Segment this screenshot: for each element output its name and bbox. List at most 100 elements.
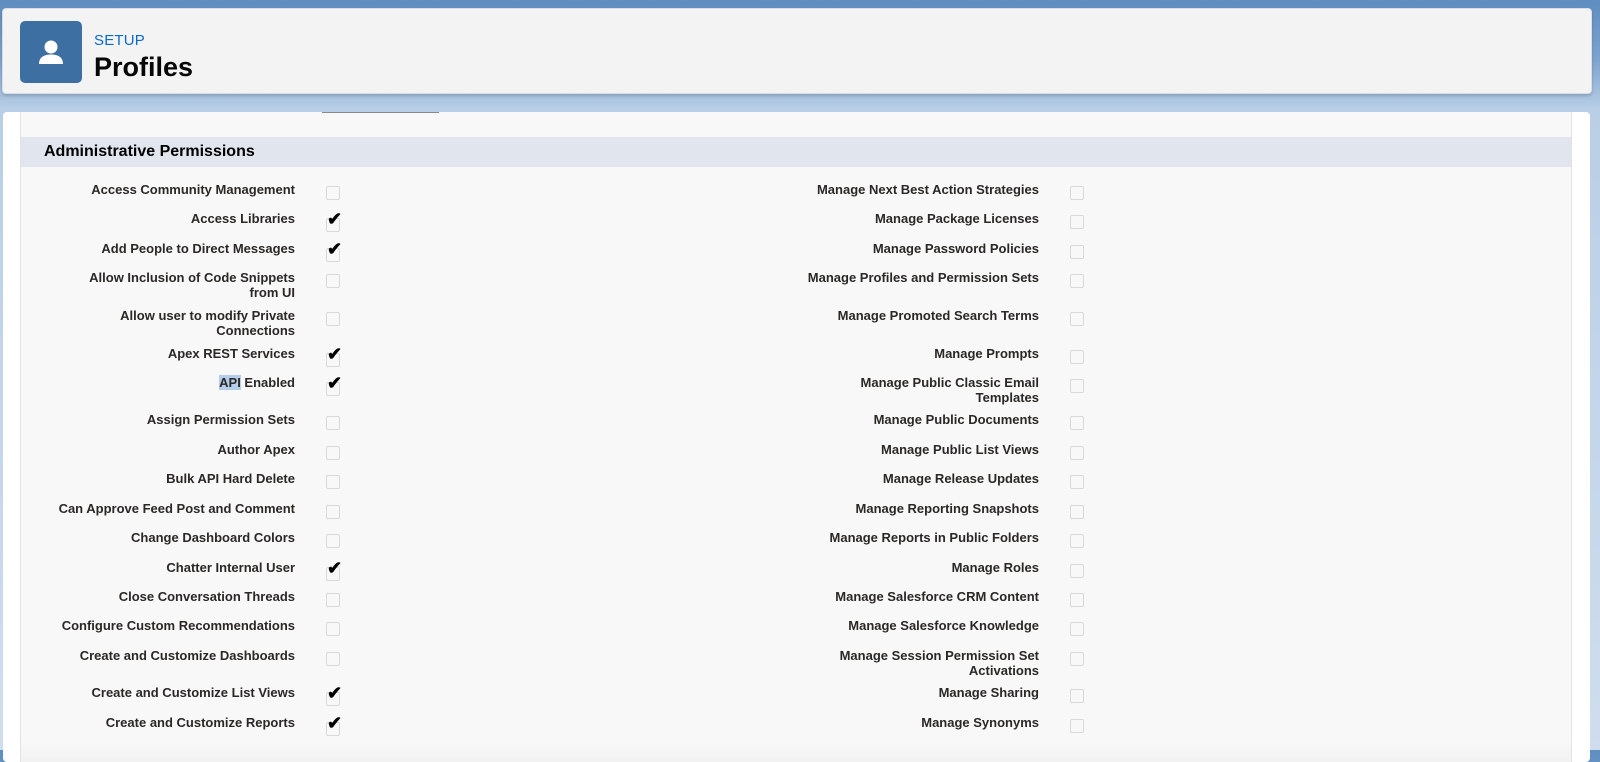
- permission-checkbox[interactable]: [326, 593, 340, 607]
- permission-label: Bulk API Hard Delete: [166, 471, 295, 486]
- permission-row-add-people-to-direct-messages: Add People to Direct Messages ✔: [21, 240, 342, 271]
- permission-label-line1: Configure Custom Recommendations: [61, 618, 295, 633]
- permission-checkbox[interactable]: [1070, 505, 1084, 519]
- permission-checkbox[interactable]: [326, 505, 340, 519]
- permission-checkbox[interactable]: [326, 446, 340, 460]
- permission-row-create-and-customize-list-views: Create and Customize List Views ✔: [21, 684, 342, 715]
- permission-label: Manage Profiles and Permission Sets: [808, 270, 1039, 285]
- permission-label-line1: Manage Session Permission Set: [839, 648, 1039, 663]
- permission-checkbox[interactable]: [326, 534, 340, 548]
- permission-label-line1: Manage Next Best Action Strategies: [816, 182, 1039, 197]
- permission-row-manage-salesforce-knowledge: Manage Salesforce Knowledge: [721, 618, 1084, 648]
- permission-label: Manage Roles: [952, 560, 1039, 575]
- permission-label-line1: Manage Salesforce Knowledge: [848, 618, 1039, 633]
- permission-checkbox[interactable]: [326, 652, 340, 666]
- permission-row-create-and-customize-reports: Create and Customize Reports ✔: [21, 714, 342, 745]
- breadcrumb-setup[interactable]: SETUP: [94, 32, 145, 49]
- user-icon: [20, 21, 82, 83]
- permission-label: Create and Customize List Views: [92, 685, 296, 700]
- permission-checkbox[interactable]: [1070, 719, 1084, 733]
- checkmark-icon: ✔: [327, 209, 343, 229]
- permission-label: Manage Public List Views: [881, 442, 1039, 457]
- permission-checkbox[interactable]: [1070, 186, 1084, 200]
- permission-row-create-and-customize-dashboards: Create and Customize Dashboards: [21, 648, 340, 678]
- permission-label: Can Approve Feed Post and Comment: [59, 501, 295, 516]
- permission-label-line1: Access Libraries: [190, 211, 295, 226]
- permission-checkbox[interactable]: [326, 622, 340, 636]
- permission-label: Manage Password Policies: [873, 241, 1039, 256]
- permission-row-manage-salesforce-crm-content: Manage Salesforce CRM Content: [721, 589, 1084, 619]
- permission-label: Allow user to modify Private Connections: [120, 308, 295, 338]
- permission-checkbox[interactable]: [1070, 245, 1084, 259]
- permission-label-line2: Activations: [968, 663, 1039, 678]
- permission-label-line1: Manage Reports in Public Folders: [829, 530, 1039, 545]
- permission-label-line1: Manage Public Documents: [873, 412, 1039, 427]
- permission-row-can-approve-feed-post-and-comment: Can Approve Feed Post and Comment: [21, 501, 340, 531]
- scroll-fade: [21, 742, 1571, 762]
- permission-label: API Enabled: [219, 375, 295, 390]
- checkmark-icon: ✔: [327, 344, 343, 364]
- permission-checkbox[interactable]: [326, 475, 340, 489]
- permission-checkbox[interactable]: [1070, 446, 1084, 460]
- permission-checkbox[interactable]: [1070, 564, 1084, 578]
- permission-label: Close Conversation Threads: [119, 589, 295, 604]
- permission-label-line1: Manage Public List Views: [881, 442, 1039, 457]
- permission-row-assign-permission-sets: Assign Permission Sets: [21, 412, 340, 442]
- permission-label: Change Dashboard Colors: [131, 530, 295, 545]
- permission-row-manage-session-permission-set: Manage Session Permission Set Activations: [721, 648, 1084, 678]
- permission-label: Manage Prompts: [934, 346, 1039, 361]
- permission-checkbox[interactable]: [326, 416, 340, 430]
- page-title: Profiles: [94, 52, 194, 82]
- permission-label: Chatter Internal User: [166, 560, 295, 575]
- permission-checkbox[interactable]: [1070, 215, 1084, 229]
- permission-checkbox[interactable]: [1070, 593, 1084, 607]
- permission-label-line1: Manage Synonyms: [921, 715, 1039, 730]
- divider: [322, 112, 439, 113]
- detail-panel: Administrative Permissions Access Commun…: [3, 112, 1590, 762]
- permission-checkbox[interactable]: [1070, 312, 1084, 326]
- permission-checkbox[interactable]: [1070, 534, 1084, 548]
- permission-label-line1: Change Dashboard Colors: [131, 530, 295, 545]
- permission-checkbox[interactable]: [1070, 416, 1084, 430]
- permission-label-line1: Allow user to modify Private: [120, 308, 295, 323]
- permission-checkbox[interactable]: [1070, 475, 1084, 489]
- permission-row-access-libraries: Access Libraries ✔: [21, 210, 342, 241]
- permission-label: Manage Synonyms: [921, 715, 1039, 730]
- permission-checkbox[interactable]: [326, 312, 340, 326]
- checkmark-icon: ✔: [327, 239, 343, 259]
- permission-row-access-community-management: Access Community Management: [21, 182, 340, 212]
- permission-checkbox[interactable]: [1070, 652, 1084, 666]
- checkmark-icon: ✔: [327, 558, 343, 578]
- checkmark-icon: ✔: [327, 373, 343, 393]
- permission-checkbox[interactable]: [326, 186, 340, 200]
- permission-checkbox[interactable]: [1070, 274, 1084, 288]
- permission-checkbox[interactable]: [1070, 379, 1084, 393]
- permission-row-manage-prompts: Manage Prompts: [721, 346, 1084, 376]
- permission-label: Access Community Management: [91, 182, 295, 197]
- permission-label: Manage Next Best Action Strategies: [817, 182, 1039, 197]
- search-highlight: API: [219, 375, 241, 390]
- permission-checkbox[interactable]: [326, 274, 340, 288]
- permission-checkbox[interactable]: [1070, 350, 1084, 364]
- permission-label: Assign Permission Sets: [147, 412, 295, 427]
- permission-label-line1: Can Approve Feed Post and Comment: [58, 501, 295, 516]
- permission-label: Manage Session Permission Set Activations: [840, 648, 1039, 678]
- permission-label-line1: Create and Customize Dashboards: [79, 648, 295, 663]
- permission-row-manage-roles: Manage Roles: [721, 560, 1084, 590]
- section-header: Administrative Permissions: [21, 137, 1571, 167]
- permission-label-line1: Create and Customize List Views: [91, 685, 296, 700]
- permission-row-api-enabled: API Enabled ✔: [21, 374, 342, 405]
- permission-checkbox[interactable]: [1070, 622, 1084, 636]
- permission-label-line1: Manage Sharing: [938, 685, 1039, 700]
- permission-row-manage-promoted-search-terms: Manage Promoted Search Terms: [721, 308, 1084, 338]
- permission-label: Manage Salesforce Knowledge: [848, 618, 1039, 633]
- permission-label: Manage Reports in Public Folders: [830, 530, 1039, 545]
- permission-label-line1: Create and Customize Reports: [105, 715, 295, 730]
- permission-row-manage-reporting-snapshots: Manage Reporting Snapshots: [721, 501, 1084, 531]
- permission-checkbox[interactable]: [1070, 689, 1084, 703]
- permission-label: Manage Promoted Search Terms: [838, 308, 1039, 323]
- permission-label-line1: Manage Reporting Snapshots: [855, 501, 1039, 516]
- permission-label-line1: Manage Roles: [951, 560, 1039, 575]
- permission-label: Manage Public Classic Email Templates: [861, 375, 1039, 405]
- checkmark-icon: ✔: [327, 683, 343, 703]
